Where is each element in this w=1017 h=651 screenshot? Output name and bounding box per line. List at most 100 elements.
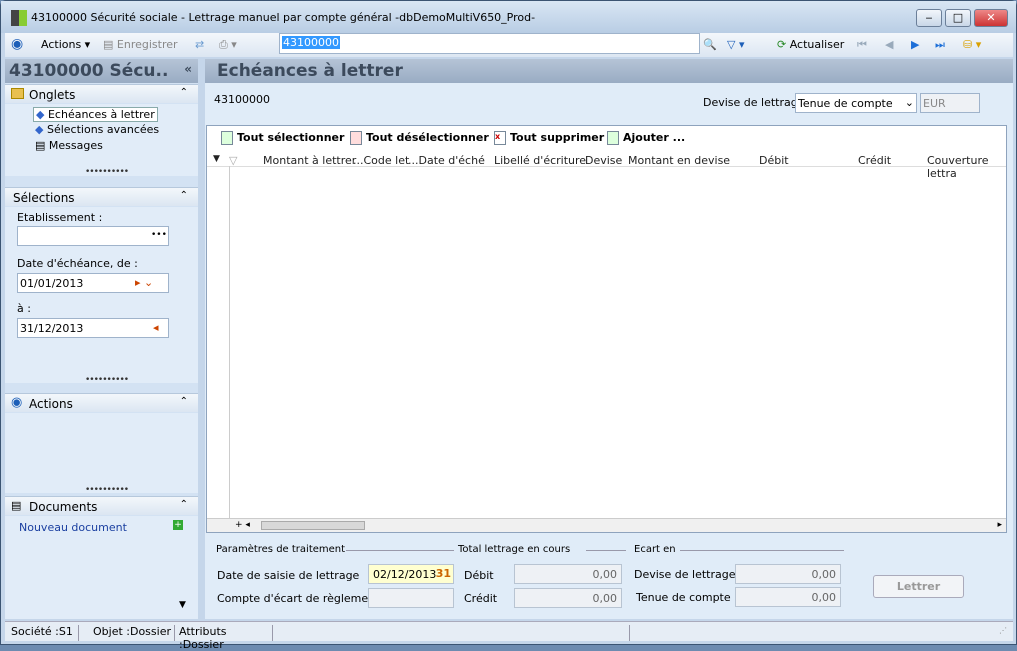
column-header[interactable]: Couverture lettra — [927, 154, 1006, 180]
maximize-button[interactable]: □ — [945, 9, 971, 27]
add-button[interactable]: Ajouter ... — [607, 131, 685, 145]
tenue-label: Tenue de compte — [636, 591, 731, 604]
date-input[interactable]: 02/12/2013 31 — [368, 564, 454, 584]
left-title: 43100000 Sécu.. « — [5, 59, 198, 83]
splitter-grip[interactable]: •••••••••• — [85, 375, 129, 385]
page-title: Echéances à lettrer — [205, 59, 1013, 83]
filter-icon[interactable]: ▽ ▾ — [727, 38, 744, 51]
currency-select[interactable]: Tenue de compte ⌄ — [795, 93, 917, 113]
deselect-all-button[interactable]: Tout désélectionner — [350, 131, 489, 145]
search-icon[interactable]: 🔍 — [703, 38, 717, 51]
status-societe: Société :S1 — [7, 625, 79, 641]
ecart-account-label: Compte d'écart de règlement — [217, 592, 380, 605]
calendar-icon[interactable]: ◂ — [153, 321, 159, 334]
chevron-up-icon[interactable]: ⌃ — [180, 87, 188, 98]
minimize-button[interactable]: ‒ — [916, 9, 942, 27]
section-selections[interactable]: Sélections ⌃ — [5, 187, 198, 206]
status-bar: Société :S1 Objet :Dossier Attributs :Do… — [5, 621, 1013, 651]
last-icon[interactable]: ⏭ — [935, 38, 945, 52]
app-icon — [11, 10, 27, 26]
calendar-icon: 31 — [435, 567, 451, 580]
ecart-account-input[interactable] — [368, 588, 454, 608]
scroll-down-icon[interactable]: ▼ — [179, 600, 186, 610]
devise-value: 0,00 — [735, 564, 841, 584]
print-icon[interactable]: ⎙ ▾ — [219, 38, 237, 52]
filter-icon[interactable]: ▽ — [229, 154, 237, 167]
status-attributs: Attributs :Dossier — [175, 625, 273, 651]
folder-icon — [11, 88, 24, 99]
target-icon[interactable]: ◉ — [11, 36, 23, 52]
date-label: Date de saisie de lettrage — [217, 569, 360, 582]
etablissement-label: Etablissement : — [17, 211, 103, 224]
tab-messages[interactable]: ▤ Messages — [35, 139, 103, 152]
bottom-panel: Paramètres de traitement Total lettrage … — [206, 541, 1012, 619]
target-icon: ◉ — [11, 395, 23, 410]
window-title: 43100000 Sécurité sociale - Lettrage man… — [31, 11, 536, 24]
close-button[interactable]: ✕ — [974, 9, 1008, 27]
chevron-up-icon[interactable]: ⌃ — [180, 499, 188, 510]
section-actions[interactable]: ◉ Actions ⌃ — [5, 393, 198, 412]
status-objet: Objet :Dossier — [89, 625, 175, 641]
column-header[interactable]: Montant en devise — [628, 154, 730, 167]
chevron-down-icon: ⌄ — [904, 96, 914, 109]
collapse-icon[interactable]: « — [184, 62, 192, 76]
new-document-link[interactable]: Nouveau document — [19, 521, 127, 534]
horizontal-scrollbar[interactable]: + ◂ ▸ — [207, 518, 1006, 532]
credit-value: 0,00 — [514, 588, 622, 608]
column-header[interactable]: Crédit — [858, 154, 891, 167]
database-icon[interactable]: ⛁ ▾ — [963, 38, 981, 51]
date-to-input[interactable]: 31/12/2013 — [17, 318, 169, 338]
title-bar: 43100000 Sécurité sociale - Lettrage man… — [1, 1, 1016, 33]
params-label: Paramètres de traitement — [216, 544, 346, 555]
splitter-grip[interactable]: •••••••••• — [85, 485, 129, 495]
credit-label: Crédit — [464, 592, 498, 605]
selections-panel: Etablissement : ••• Date d'échéance, de … — [5, 207, 198, 385]
account-number: 43100000 — [214, 93, 270, 106]
section-documents[interactable]: ▤ Documents ⌃ — [5, 496, 198, 515]
tab-echeances[interactable]: ◆ Echéances à lettrer — [33, 107, 158, 122]
calendar-next-icon[interactable]: ▸ ⌄ — [135, 276, 153, 289]
save-button[interactable]: ▤ Enregistrer — [103, 38, 178, 51]
first-icon[interactable]: ⏮ — [857, 38, 867, 52]
select-all-button[interactable]: Tout sélectionner — [221, 131, 344, 145]
entries-grid: Tout sélectionner Tout désélectionner xT… — [206, 125, 1007, 533]
section-onglets[interactable]: Onglets ⌃ — [5, 84, 198, 103]
prev-icon[interactable]: ◀ — [885, 38, 893, 51]
window: 43100000 Sécurité sociale - Lettrage man… — [0, 0, 1017, 651]
document-icon: ▤ — [11, 499, 22, 512]
scrollbar-thumb — [261, 521, 365, 530]
lettrer-button[interactable]: Lettrer — [873, 575, 964, 598]
next-icon[interactable]: ▶ — [911, 38, 919, 51]
chevron-up-icon[interactable]: ⌃ — [180, 396, 188, 407]
debit-value: 0,00 — [514, 564, 622, 584]
date-from-label: Date d'échéance, de : — [17, 257, 138, 270]
etablissement-input[interactable] — [17, 226, 169, 246]
column-header[interactable]: ...Date d'éché — [408, 154, 485, 167]
currency-code: EUR — [920, 93, 980, 113]
column-header[interactable]: ...Code let — [353, 154, 409, 167]
add-icon[interactable]: + — [173, 520, 183, 530]
devise-label: Devise de lettrage — [634, 568, 736, 581]
left-title-text: 43100000 Sécu.. — [9, 61, 169, 81]
splitter-grip[interactable]: •••••••••• — [85, 167, 129, 177]
column-header[interactable]: Libellé d'écriture — [494, 154, 586, 167]
column-chooser-icon[interactable]: ▼ — [213, 154, 220, 164]
tab-selections-avancees[interactable]: ◆ Sélections avancées — [35, 123, 159, 136]
actions-panel: •••••••••• — [5, 413, 198, 495]
resize-grip[interactable]: ⋰ — [999, 626, 1007, 635]
left-panel: 43100000 Sécu.. « Onglets ⌃ ◆ Echéances à … — [5, 59, 198, 619]
actions-menu[interactable]: Actions ▾ — [41, 38, 90, 51]
tenue-value: 0,00 — [735, 587, 841, 607]
browse-button[interactable]: ••• — [151, 230, 167, 240]
refresh-button[interactable]: ⟳ Actualiser — [777, 38, 844, 51]
column-header[interactable]: Devise — [585, 154, 622, 167]
chevron-up-icon[interactable]: ⌃ — [180, 190, 188, 201]
column-header[interactable]: Débit — [759, 154, 789, 167]
column-header[interactable]: Montant à lettrer — [263, 154, 356, 167]
delete-all-button[interactable]: x Tout supprimer — [494, 131, 604, 145]
date-to-label: à : — [17, 302, 31, 315]
onglets-panel: ◆ Echéances à lettrer ◆ Sélections avanc… — [5, 104, 198, 177]
total-label: Total lettrage en cours — [458, 544, 571, 555]
sync-icon[interactable]: ⇄ — [195, 38, 204, 51]
search-input[interactable]: 43100000 — [279, 33, 700, 54]
